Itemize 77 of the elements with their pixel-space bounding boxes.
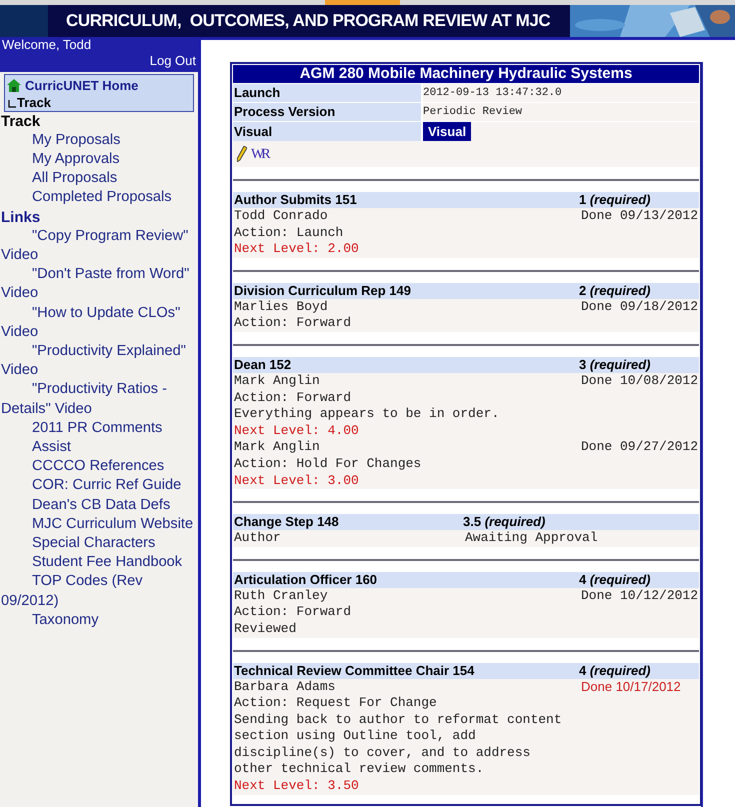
comment-text: Reviewed bbox=[234, 620, 298, 638]
next-level-text: Next Level: 4.00 bbox=[234, 422, 360, 440]
sidebar-link[interactable]: Special Characters bbox=[1, 534, 197, 554]
step-level: 4 (required) bbox=[579, 662, 652, 678]
step-title: Change Step 148 bbox=[233, 514, 340, 530]
sidebar-link[interactable]: "Productivity Ratios - Details" Video bbox=[1, 380, 197, 419]
pencil-icon[interactable] bbox=[237, 146, 247, 162]
next-level-text: Next Level: 2.00 bbox=[234, 241, 360, 258]
status-text: Done 10/17/2012 bbox=[581, 678, 681, 694]
step-title: Technical Review Committee Chair 154 bbox=[233, 662, 476, 678]
sidebar-link[interactable]: CCCCO References bbox=[1, 457, 197, 476]
breadcrumb-current: Track bbox=[17, 96, 51, 110]
action-text: Action: Request For Change bbox=[234, 695, 438, 712]
logout-link[interactable]: Log Out bbox=[150, 53, 196, 69]
status-text: Done 10/08/2012 bbox=[581, 372, 698, 388]
sidebar-link[interactable]: My Proposals bbox=[1, 130, 197, 150]
banner-title: CURRICULUM, OUTCOMES, AND PROGRAM REVIEW AT MJC bbox=[66, 10, 550, 32]
field-label: Visual bbox=[233, 122, 421, 141]
step-title: Articulation Officer 160 bbox=[233, 572, 378, 588]
status-text: Done 09/18/2012 bbox=[581, 298, 698, 314]
next-level-text: Next Level: 3.50 bbox=[234, 778, 360, 795]
person-name: Todd Conrado bbox=[234, 208, 329, 225]
sidebar-link[interactable]: "Copy Program Review" Video bbox=[1, 226, 197, 266]
banner-side-block bbox=[0, 5, 48, 37]
status-text: Done 10/12/2012 bbox=[581, 588, 698, 603]
field-value: 2012-09-13 13:47:32.0 bbox=[423, 86, 562, 101]
proposal-title: AGM 280 Mobile Machinery Hydraulic Systems bbox=[233, 65, 699, 83]
comment-text: Sending back to author to reformat content section using Outline tool, add discipline(s) to cover, and to address other technical review comments. bbox=[234, 712, 563, 778]
sidebar-link[interactable]: TOP Codes (Rev 09/2012) bbox=[1, 572, 197, 611]
step-level: 1 (required) bbox=[579, 192, 652, 208]
sidebar-link[interactable]: "How to Update CLOs" Video bbox=[1, 304, 197, 342]
step-level: 3 (required) bbox=[579, 356, 652, 373]
action-text: Action: Forward bbox=[234, 315, 352, 332]
action-text: Action: Forward bbox=[234, 604, 352, 621]
person-name: Ruth Cranley bbox=[234, 588, 329, 604]
field-label: Launch bbox=[233, 84, 421, 102]
person-name: Mark Anglin bbox=[234, 372, 321, 390]
field-label: Process Version bbox=[233, 103, 421, 121]
sidebar-link[interactable]: MJC Curriculum Website bbox=[1, 514, 197, 534]
person-name: Author bbox=[234, 530, 282, 547]
step-title: Division Curriculum Rep 149 bbox=[233, 282, 412, 299]
sidebar-link[interactable]: Dean's CB Data Defs bbox=[1, 496, 197, 515]
person-name: Mark Anglin bbox=[234, 439, 321, 456]
home-link[interactable]: CurricUNET Home bbox=[25, 76, 138, 96]
status-text: Awaiting Approval bbox=[465, 530, 598, 546]
welcome-text: Welcome, Todd bbox=[2, 37, 92, 53]
sidebar-link[interactable]: Taxonomy bbox=[1, 610, 197, 630]
step-level: 3.5 (required) bbox=[463, 514, 546, 530]
sidebar-link[interactable]: "Productivity Explained" Video bbox=[1, 342, 197, 380]
sidebar-link[interactable]: Student Fee Handbook bbox=[1, 553, 197, 572]
review-logo[interactable]: WR bbox=[251, 144, 268, 164]
branch-icon bbox=[7, 100, 17, 110]
sidebar-link[interactable]: Assist bbox=[1, 438, 197, 458]
step-level: 2 (required) bbox=[579, 282, 652, 299]
status-text: Done 09/13/2012 bbox=[581, 208, 698, 223]
sidebar-link[interactable]: 2011 PR Comments bbox=[1, 418, 197, 438]
comment-text: Everything appears to be in order. bbox=[234, 406, 500, 423]
person-name: Barbara Adams bbox=[234, 678, 336, 696]
next-level-text: Next Level: 3.00 bbox=[234, 472, 360, 490]
field-value: Periodic Review bbox=[423, 105, 522, 120]
section-heading: Track bbox=[1, 112, 42, 131]
visual-button[interactable]: Visual bbox=[423, 122, 472, 141]
action-text: Action: Launch bbox=[234, 224, 344, 242]
step-title: Dean 152 bbox=[233, 356, 292, 373]
step-title: Author Submits 151 bbox=[233, 192, 358, 208]
step-level: 4 (required) bbox=[579, 572, 652, 588]
action-text: Action: Forward bbox=[234, 390, 352, 406]
sidebar-link[interactable]: "Don't Paste from Word" Video bbox=[1, 265, 197, 304]
house-icon bbox=[7, 79, 21, 92]
sidebar-link[interactable]: Completed Proposals bbox=[1, 188, 197, 208]
action-text: Action: Hold For Changes bbox=[234, 456, 422, 473]
sidebar-link[interactable]: COR: Curric Ref Guide bbox=[1, 476, 197, 496]
sidebar-link[interactable]: My Approvals bbox=[1, 150, 197, 170]
status-text: Done 09/27/2012 bbox=[581, 439, 698, 454]
section-heading: Links bbox=[1, 208, 42, 227]
sidebar-link[interactable]: All Proposals bbox=[1, 169, 197, 188]
person-name: Marlies Boyd bbox=[234, 298, 329, 316]
